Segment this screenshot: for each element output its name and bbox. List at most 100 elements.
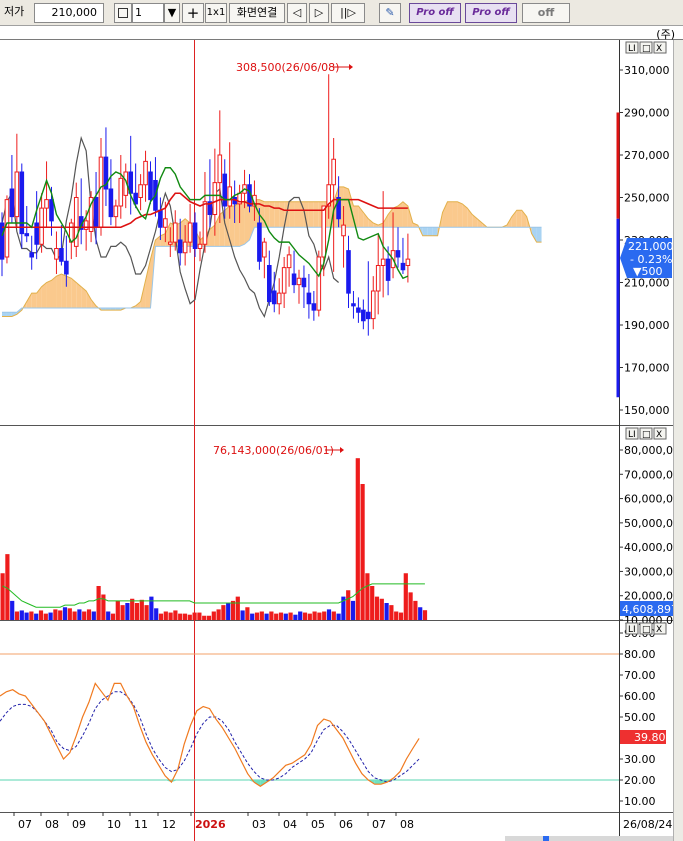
- candle-body: [34, 222, 39, 245]
- off-label: off: [537, 6, 555, 19]
- cloud-segment: [46, 280, 52, 308]
- volume-bar: [317, 612, 322, 620]
- cloud-segment: [299, 201, 304, 228]
- panel-button-label: □: [642, 430, 651, 440]
- volume-bar: [19, 610, 24, 620]
- volume-bar: [278, 612, 284, 620]
- prev-button[interactable]: ◁: [287, 3, 307, 23]
- candle-body: [212, 182, 218, 215]
- horizontal-scrollbar[interactable]: [505, 836, 683, 841]
- x-tick-label: 07: [18, 818, 32, 831]
- y-tick-label: 50.00: [624, 711, 656, 724]
- volume-bar: [418, 607, 423, 620]
- checkbox[interactable]: [114, 3, 132, 23]
- candle-body: [59, 248, 64, 262]
- candle-body: [395, 250, 401, 258]
- candle-body: [163, 218, 168, 228]
- candle-body: [227, 186, 232, 207]
- last-date-label: 26/08/24: [623, 818, 672, 831]
- candle-body: [351, 303, 356, 307]
- next-button[interactable]: ▷: [309, 3, 329, 23]
- volume-bar: [331, 611, 336, 620]
- volume-bar: [384, 603, 389, 620]
- panel-button-label: LI: [628, 44, 636, 54]
- candle-body: [281, 267, 287, 294]
- candle-body: [148, 171, 153, 201]
- candle-body: [291, 273, 297, 286]
- pro-icon: Pro off: [416, 7, 454, 18]
- candle-body: [380, 258, 386, 266]
- cloud-segment: [308, 201, 314, 228]
- volume-bar: [245, 607, 250, 620]
- pen-icon: ✎: [385, 6, 395, 19]
- candle-body: [262, 241, 267, 258]
- candle-body: [306, 292, 312, 305]
- right-scrollbar[interactable]: [673, 40, 683, 841]
- cloud-segment: [31, 293, 37, 308]
- volume-bar: [125, 603, 130, 620]
- screen-link-button[interactable]: 화면연결: [229, 3, 285, 23]
- y-tick-label: 70.00: [624, 669, 656, 682]
- panel-button-label: X: [656, 430, 662, 440]
- volume-bar: [370, 586, 375, 620]
- pause-button[interactable]: ||▷: [331, 3, 365, 23]
- x-tick-label: 10: [107, 818, 121, 831]
- price-value-field[interactable]: 210,000: [34, 3, 104, 23]
- candle-body: [405, 258, 411, 266]
- candle-body: [400, 262, 406, 271]
- volume-bar: [221, 605, 226, 620]
- plot-background: [0, 40, 619, 841]
- volume-bar: [293, 614, 298, 620]
- volume-bar: [312, 611, 317, 620]
- volume-bar: [149, 596, 154, 620]
- volume-bar: [336, 613, 341, 620]
- current-stoch-value: 39.80: [634, 731, 666, 744]
- period-field[interactable]: 1: [132, 3, 164, 23]
- volume-bar: [10, 600, 15, 620]
- cloud-segment: [289, 201, 295, 228]
- x-tick-label: 04: [283, 818, 297, 831]
- chart-canvas[interactable]: 310,000290,000270,000250,000230,000210,0…: [0, 40, 683, 841]
- checkbox-box: [118, 8, 128, 18]
- volume-bar: [365, 573, 370, 620]
- candle-body: [168, 241, 173, 245]
- ratio-button[interactable]: 1x1: [205, 3, 227, 23]
- candle-body: [375, 265, 381, 292]
- volume-bar: [0, 573, 5, 620]
- candle-body: [113, 205, 119, 218]
- volume-bar: [269, 611, 274, 620]
- volume-bar: [130, 598, 135, 620]
- volume-bar: [67, 608, 72, 620]
- horizontal-scroll-thumb[interactable]: [543, 836, 549, 841]
- volume-bar: [158, 613, 164, 620]
- y-tick-label: 290,000: [624, 107, 670, 120]
- candle-body: [257, 222, 262, 262]
- x-tick-label: 08: [45, 818, 59, 831]
- change-amount: ▼500: [633, 265, 662, 278]
- volume-bar: [350, 600, 356, 620]
- volume-bar: [206, 615, 212, 620]
- candle-body: [356, 307, 361, 313]
- period-dropdown-button[interactable]: ▼: [164, 3, 180, 23]
- pro-toggle-2[interactable]: Pro off: [465, 3, 517, 23]
- current-price-value: 221,000: [628, 240, 674, 253]
- volume-bar: [379, 598, 384, 620]
- candle-body: [271, 290, 277, 305]
- add-button[interactable]: +: [182, 3, 204, 23]
- volume-bar: [82, 611, 87, 620]
- cloud-segment: [229, 206, 235, 247]
- candle-body: [222, 173, 228, 207]
- draw-tool-button[interactable]: ✎: [379, 3, 401, 23]
- pro-toggle-1[interactable]: Pro off: [409, 3, 461, 23]
- cloud-segment: [279, 201, 285, 228]
- candle-body: [177, 239, 183, 254]
- candle-body: [158, 209, 163, 228]
- volume-bar: [326, 609, 332, 620]
- volume-bar: [398, 612, 404, 620]
- off-toggle[interactable]: off: [522, 3, 570, 23]
- volume-bar: [77, 609, 82, 620]
- panel-button-label: X: [656, 44, 662, 54]
- y-tick-label: 10.00: [624, 795, 656, 808]
- candle-body: [301, 277, 307, 288]
- oversold-area: [374, 780, 381, 785]
